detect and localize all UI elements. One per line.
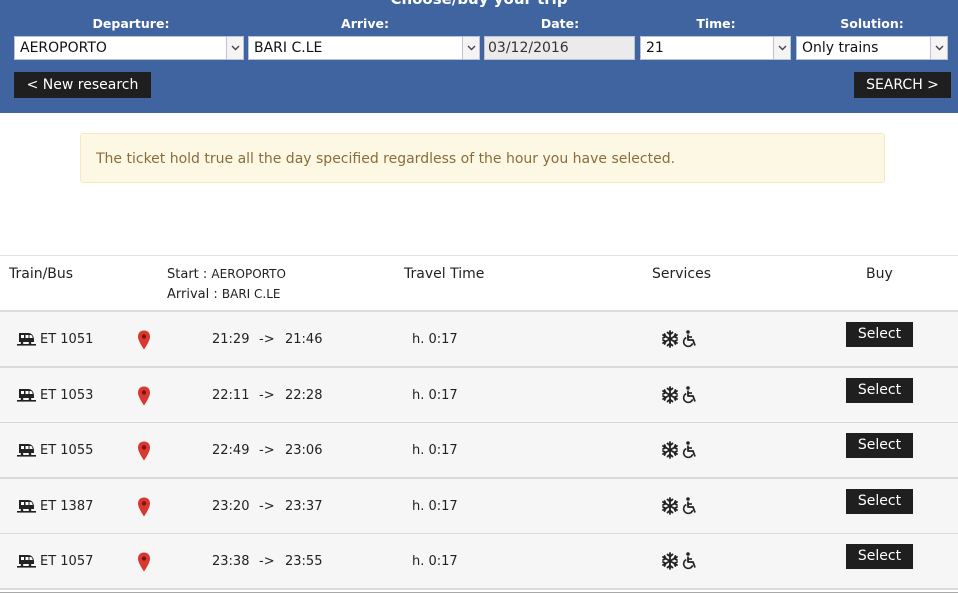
train-icon xyxy=(17,330,36,351)
travel-duration: h. 0:17 xyxy=(412,499,458,514)
departure-time: 21:29 xyxy=(212,332,250,347)
train-number: ET 1057 xyxy=(40,554,94,569)
arrival-time: 23:06 xyxy=(285,443,323,458)
chevron-down-icon[interactable] xyxy=(773,37,790,59)
train-icon xyxy=(17,441,36,462)
table-row: ET 1057 23:38 -> 23:55 h. 0:17 Select xyxy=(0,534,958,590)
start-value: AEROPORTO xyxy=(211,267,286,281)
search-panel: Choose/buy your trip Departure: Arrive: … xyxy=(0,0,958,113)
solution-label: Solution: xyxy=(840,16,904,31)
select-button[interactable]: Select xyxy=(846,322,913,347)
snowflake-icon xyxy=(661,497,679,519)
wheelchair-icon xyxy=(682,441,698,463)
start-label: Start : xyxy=(167,267,208,282)
col-start: Start : AEROPORTO xyxy=(167,267,286,282)
arrive-value: BARI C.LE xyxy=(254,40,323,56)
map-pin-icon[interactable] xyxy=(137,497,151,521)
time-select[interactable]: 21 xyxy=(640,36,791,60)
select-button[interactable]: Select xyxy=(846,489,913,514)
select-button[interactable]: Select xyxy=(846,544,913,569)
table-row: ET 1053 22:11 -> 22:28 h. 0:17 Select xyxy=(0,368,958,424)
time-label: Time: xyxy=(696,16,736,31)
departure-time: 22:11 xyxy=(212,388,250,403)
col-travel-time: Travel Time xyxy=(404,266,485,282)
date-label: Date: xyxy=(540,16,580,31)
date-field[interactable]: 03/12/2016 xyxy=(484,36,635,60)
select-button[interactable]: Select xyxy=(846,433,913,458)
arrive-select[interactable]: BARI C.LE xyxy=(248,36,480,60)
arrival-time: 22:28 xyxy=(285,388,323,403)
wheelchair-icon xyxy=(682,330,698,352)
col-arrival: Arrival : BARI C.LE xyxy=(167,287,280,302)
results-table-header: Train/Bus Start : AEROPORTO Arrival : BA… xyxy=(0,255,958,312)
snowflake-icon xyxy=(661,330,679,352)
time-value: 21 xyxy=(646,40,664,56)
travel-duration: h. 0:17 xyxy=(412,443,458,458)
map-pin-icon[interactable] xyxy=(137,552,151,576)
chevron-down-icon[interactable] xyxy=(226,37,243,59)
col-train-bus: Train/Bus xyxy=(9,266,74,282)
solution-value: Only trains xyxy=(802,40,879,56)
map-pin-icon[interactable] xyxy=(137,386,151,410)
train-number: ET 1387 xyxy=(40,499,94,514)
departure-label: Departure: xyxy=(92,16,170,31)
wheelchair-icon xyxy=(682,497,698,519)
map-pin-icon[interactable] xyxy=(137,330,151,354)
select-button[interactable]: Select xyxy=(846,378,913,403)
col-services: Services xyxy=(652,266,712,282)
snowflake-icon xyxy=(661,441,679,463)
time-arrow: -> xyxy=(259,332,275,347)
time-arrow: -> xyxy=(259,554,275,569)
solution-select[interactable]: Only trains xyxy=(796,36,948,60)
date-value: 03/12/2016 xyxy=(488,40,569,56)
wheelchair-icon xyxy=(682,552,698,574)
divider xyxy=(0,592,958,593)
page-title: Choose/buy your trip xyxy=(0,0,958,8)
time-arrow: -> xyxy=(259,499,275,514)
col-buy: Buy xyxy=(866,266,893,282)
departure-select[interactable]: AEROPORTO xyxy=(14,36,244,60)
train-number: ET 1051 xyxy=(40,332,94,347)
travel-duration: h. 0:17 xyxy=(412,388,458,403)
wheelchair-icon xyxy=(682,386,698,408)
table-row: ET 1055 22:49 -> 23:06 h. 0:17 Select xyxy=(0,423,958,479)
travel-duration: h. 0:17 xyxy=(412,332,458,347)
table-row: ET 1051 21:29 -> 21:46 h. 0:17 Select xyxy=(0,312,958,368)
arrival-time: 21:46 xyxy=(285,332,323,347)
arrival-label: Arrival : xyxy=(167,287,218,302)
time-arrow: -> xyxy=(259,443,275,458)
train-icon xyxy=(17,552,36,573)
train-number: ET 1053 xyxy=(40,388,94,403)
train-icon xyxy=(17,386,36,407)
travel-duration: h. 0:17 xyxy=(412,554,458,569)
chevron-down-icon[interactable] xyxy=(462,37,479,59)
ticket-validity-notice: The ticket hold true all the day specifi… xyxy=(80,133,885,183)
time-arrow: -> xyxy=(259,388,275,403)
arrival-time: 23:37 xyxy=(285,499,323,514)
departure-time: 22:49 xyxy=(212,443,250,458)
snowflake-icon xyxy=(661,386,679,408)
train-number: ET 1055 xyxy=(40,443,94,458)
train-icon xyxy=(17,497,36,518)
table-row: ET 1387 23:20 -> 23:37 h. 0:17 Select xyxy=(0,479,958,535)
departure-time: 23:38 xyxy=(212,554,250,569)
departure-time: 23:20 xyxy=(212,499,250,514)
arrival-time: 23:55 xyxy=(285,554,323,569)
arrive-label: Arrive: xyxy=(341,16,389,31)
new-research-button[interactable]: < New research xyxy=(14,72,151,98)
arrival-value: BARI C.LE xyxy=(221,287,281,301)
search-button[interactable]: SEARCH > xyxy=(854,72,951,98)
snowflake-icon xyxy=(661,552,679,574)
map-pin-icon[interactable] xyxy=(137,441,151,465)
chevron-down-icon[interactable] xyxy=(930,37,947,59)
departure-value: AEROPORTO xyxy=(20,40,107,56)
